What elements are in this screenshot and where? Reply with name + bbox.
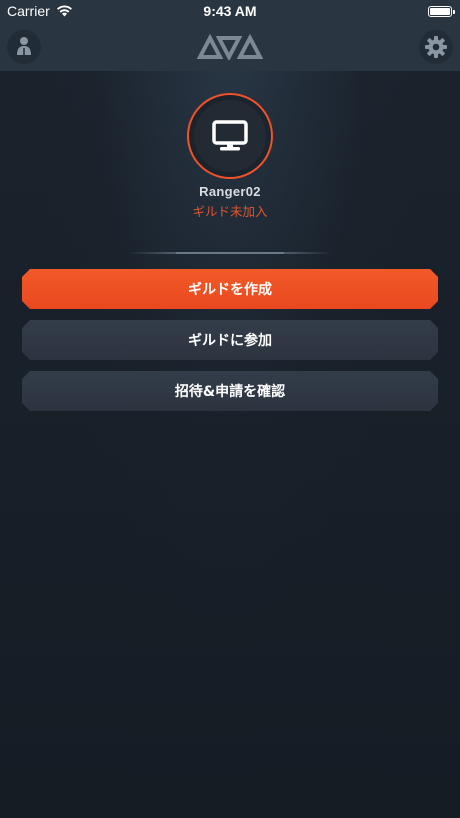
triangles-logo [197, 34, 263, 60]
clock-time: 9:43 AM [203, 3, 257, 19]
profile-icon [17, 37, 31, 56]
gear-icon [425, 36, 447, 58]
create-guild-button[interactable]: ギルドを作成 [22, 269, 438, 309]
username: Ranger02 [199, 184, 261, 199]
nav-bar [0, 24, 460, 71]
divider [128, 252, 332, 254]
status-bar: Carrier 9:43 AM [0, 0, 460, 24]
avatar [187, 93, 273, 179]
join-guild-button[interactable]: ギルドに参加 [22, 320, 438, 360]
check-invites-button[interactable]: 招待&申請を確認 [22, 371, 438, 411]
profile-button[interactable] [7, 30, 41, 64]
settings-button[interactable] [419, 30, 453, 64]
battery-icon [428, 6, 455, 17]
monitor-icon [212, 120, 248, 151]
guild-status: ギルド未加入 [192, 204, 268, 219]
